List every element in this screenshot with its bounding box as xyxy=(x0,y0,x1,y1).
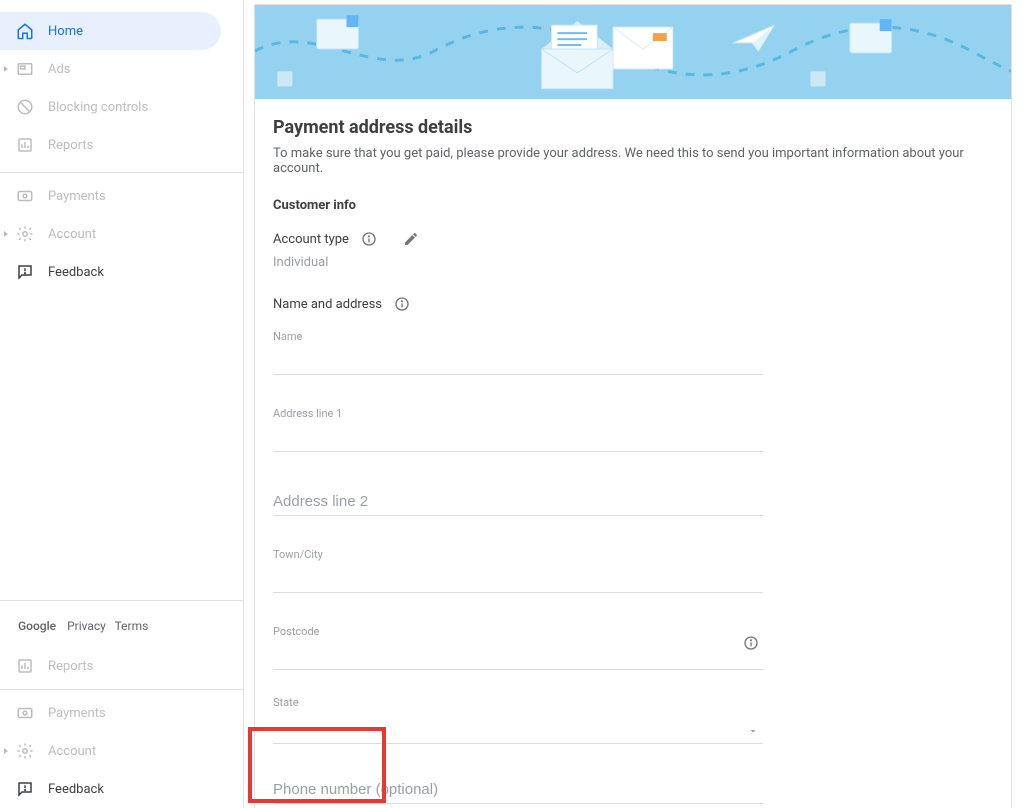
sidebar-label: Feedback xyxy=(48,782,104,797)
feedback-icon xyxy=(16,263,34,281)
home-icon xyxy=(16,22,34,40)
sidebar-item-reports[interactable]: Reports xyxy=(0,126,243,164)
sidebar-label: Payments xyxy=(48,189,106,204)
sidebar-label: Feedback xyxy=(48,265,104,280)
sidebar-item-reports-dup[interactable]: Reports xyxy=(0,647,243,685)
sidebar-item-home[interactable]: Home xyxy=(0,12,221,50)
ads-icon xyxy=(16,60,34,78)
sidebar-item-account[interactable]: Account xyxy=(0,215,243,253)
name-label: Name xyxy=(273,330,763,343)
privacy-link[interactable]: Privacy xyxy=(67,619,106,633)
account-type-value: Individual xyxy=(273,255,993,270)
main-content: Payment address details To make sure tha… xyxy=(254,0,1024,808)
reports-icon xyxy=(16,136,34,154)
postcode-label: Postcode xyxy=(273,625,763,638)
illustration-banner xyxy=(255,5,1011,99)
payment-card: Payment address details To make sure tha… xyxy=(254,4,1012,808)
phone-input[interactable] xyxy=(273,778,763,804)
page-title: Payment address details xyxy=(273,117,993,138)
feedback-icon xyxy=(16,780,34,798)
block-icon xyxy=(16,98,34,116)
sidebar-footer: Google Privacy Terms xyxy=(0,605,243,647)
sidebar-label: Home xyxy=(48,24,83,39)
sidebar-label: Reports xyxy=(48,138,93,153)
sidebar-label: Blocking controls xyxy=(48,100,148,115)
postcode-input[interactable] xyxy=(273,644,763,670)
payments-icon xyxy=(16,704,34,722)
state-select[interactable] xyxy=(273,715,763,744)
sidebar-item-payments-dup[interactable]: Payments xyxy=(0,694,243,732)
gear-icon xyxy=(16,742,34,760)
sidebar-item-blocking[interactable]: Blocking controls xyxy=(0,88,243,126)
sidebar-item-feedback[interactable]: Feedback xyxy=(0,253,243,291)
town-input[interactable] xyxy=(273,567,763,593)
chevron-down-icon xyxy=(747,725,759,737)
info-icon[interactable] xyxy=(361,231,377,247)
sidebar-label: Reports xyxy=(48,659,93,674)
sidebar-label: Ads xyxy=(48,62,71,77)
address-line2-input[interactable] xyxy=(273,490,763,516)
addr1-label: Address line 1 xyxy=(273,407,763,420)
info-icon[interactable] xyxy=(394,296,410,312)
sidebar-label: Account xyxy=(48,744,96,759)
payments-icon xyxy=(16,187,34,205)
name-input[interactable] xyxy=(273,349,763,375)
account-type-label: Account type xyxy=(273,232,349,247)
sidebar: Home Ads Blocking controls Reports xyxy=(0,0,244,808)
sidebar-item-ads[interactable]: Ads xyxy=(0,50,243,88)
sidebar-label: Account xyxy=(48,227,96,242)
state-label: State xyxy=(273,696,763,709)
info-icon[interactable] xyxy=(743,635,759,651)
edit-icon[interactable] xyxy=(403,231,419,247)
gear-icon xyxy=(16,225,34,243)
reports-icon xyxy=(16,657,34,675)
customer-info-heading: Customer info xyxy=(273,198,993,213)
town-label: Town/City xyxy=(273,548,763,561)
sidebar-item-feedback-dup[interactable]: Feedback xyxy=(0,770,243,808)
google-logo-text: Google xyxy=(18,619,56,633)
page-subtitle: To make sure that you get paid, please p… xyxy=(273,146,993,176)
name-address-label: Name and address xyxy=(273,297,382,312)
sidebar-item-account-dup[interactable]: Account xyxy=(0,732,243,770)
address-line1-input[interactable] xyxy=(273,426,763,452)
terms-link[interactable]: Terms xyxy=(115,619,149,633)
sidebar-item-payments[interactable]: Payments xyxy=(0,177,243,215)
sidebar-label: Payments xyxy=(48,706,106,721)
